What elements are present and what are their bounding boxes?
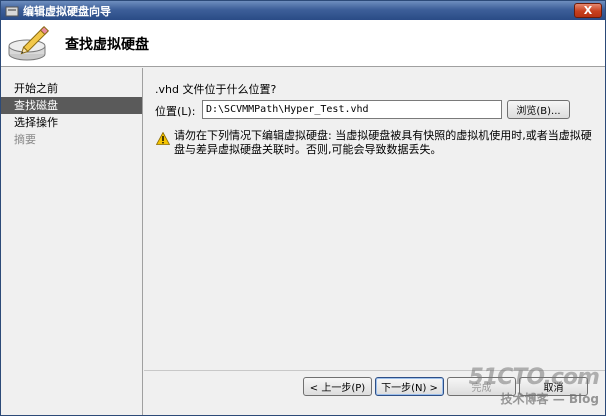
wizard-window: 编辑虚拟硬盘向导 X 查找虚拟硬盘 开始之前 查找磁盘 选择操作 摘要 .vhd… bbox=[0, 0, 606, 416]
location-question: .vhd 文件位于什么位置? bbox=[155, 83, 277, 96]
next-button[interactable]: 下一步(N) > bbox=[375, 377, 444, 396]
watermark-caption: 技术博客 — Blog bbox=[500, 392, 599, 406]
step-locate-disk[interactable]: 查找磁盘 bbox=[1, 97, 142, 114]
warning-message: 请勿在下列情况下编辑虚拟硬盘: 当虚拟硬盘被具有快照的虚拟机使用时,或者当虚拟硬… bbox=[174, 129, 592, 156]
app-icon bbox=[5, 6, 19, 16]
wizard-steps: 开始之前 查找磁盘 选择操作 摘要 bbox=[1, 68, 143, 415]
page-title: 查找虚拟硬盘 bbox=[65, 37, 149, 53]
step-select-action[interactable]: 选择操作 bbox=[1, 114, 142, 131]
title-bar[interactable]: 编辑虚拟硬盘向导 X bbox=[1, 1, 605, 20]
location-label: 位置(L): bbox=[155, 105, 196, 118]
warning-icon bbox=[156, 132, 170, 145]
browse-button[interactable]: 浏览(B)... bbox=[507, 100, 570, 119]
watermark-logo: 51CTO.com bbox=[468, 365, 600, 390]
step-before-you-begin[interactable]: 开始之前 bbox=[1, 80, 142, 97]
close-icon: X bbox=[583, 4, 593, 17]
window-title: 编辑虚拟硬盘向导 bbox=[23, 4, 111, 18]
main-panel: .vhd 文件位于什么位置? 位置(L): 浏览(B)... 请勿在下列情况下编… bbox=[144, 68, 605, 415]
wizard-header: 查找虚拟硬盘 bbox=[1, 20, 605, 67]
site-watermark: 51CTO.com 技术博客 — Blog bbox=[468, 365, 600, 407]
location-input[interactable] bbox=[202, 100, 502, 119]
step-summary: 摘要 bbox=[14, 133, 36, 146]
previous-button[interactable]: < 上一步(P) bbox=[303, 377, 372, 396]
disk-edit-icon bbox=[8, 25, 50, 61]
close-button[interactable]: X bbox=[574, 3, 602, 18]
